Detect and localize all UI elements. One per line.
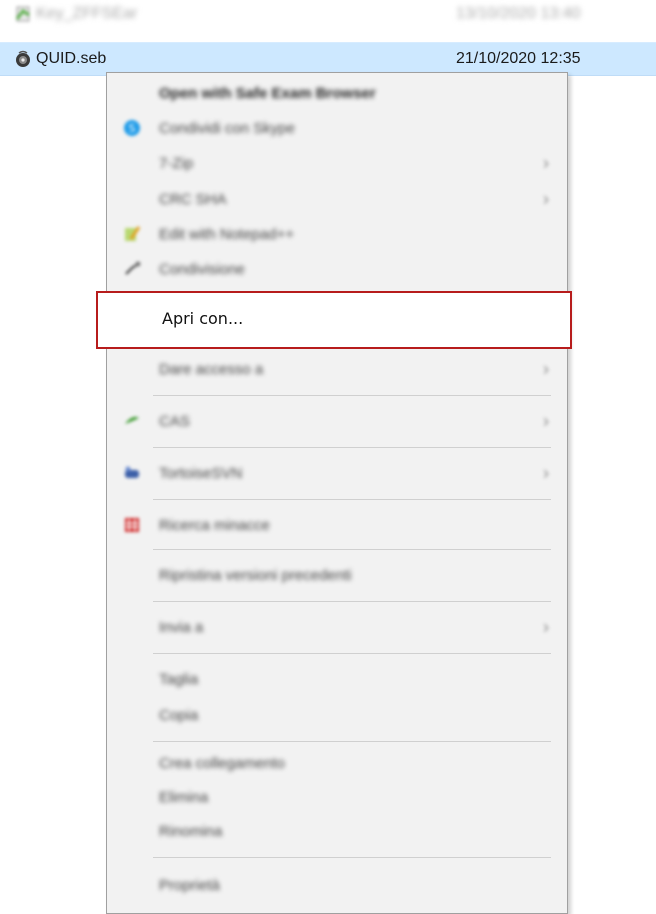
menu-item-label: Open with Safe Exam Browser xyxy=(159,84,376,102)
menu-item-restore-versions[interactable]: Ripristina versioni precedenti xyxy=(107,559,567,591)
menu-separator xyxy=(153,601,551,602)
menu-item-copy[interactable]: Copia xyxy=(107,699,567,731)
menu-item-label: 7-Zip xyxy=(159,154,194,172)
file-name: Key_ZFFSEar xyxy=(36,5,138,22)
menu-separator xyxy=(153,395,551,396)
menu-item-label: Ricerca minacce xyxy=(159,516,270,534)
document-icon xyxy=(15,6,30,22)
menu-item-label: Invia a xyxy=(159,618,204,636)
menu-item-notepad[interactable]: Edit with Notepad++ xyxy=(107,218,567,250)
menu-item-label: Elimina xyxy=(159,788,209,806)
submenu-arrow-icon: › xyxy=(543,463,549,483)
highlight-box: Apri con... xyxy=(96,291,572,349)
menu-item-label: TortoiseSVN xyxy=(159,464,243,482)
menu-item-tortoisesvn[interactable]: TortoiseSVN › xyxy=(107,457,567,489)
submenu-arrow-icon: › xyxy=(543,153,549,173)
file-row-previous[interactable]: Key_ZFFSEar 13/10/2020 13:40 xyxy=(0,0,656,28)
menu-item-label: Crea collegamento xyxy=(159,754,285,772)
submenu-arrow-icon: › xyxy=(543,359,549,379)
menu-separator xyxy=(153,447,551,448)
menu-item-label: Copia xyxy=(159,706,199,724)
menu-separator xyxy=(153,653,551,654)
menu-item-label: Apri con... xyxy=(162,309,244,328)
svg-text:S: S xyxy=(129,122,136,135)
context-menu: Open with Safe Exam Browser S Condividi … xyxy=(106,72,568,914)
menu-item-give-access[interactable]: Dare accesso a › xyxy=(107,353,567,385)
menu-separator xyxy=(153,857,551,858)
submenu-arrow-icon: › xyxy=(543,617,549,637)
menu-item-open-with[interactable]: Apri con... xyxy=(98,293,570,347)
menu-item-label: CRC SHA xyxy=(159,190,227,208)
file-date: 13/10/2020 13:40 xyxy=(456,5,581,22)
submenu-arrow-icon: › xyxy=(543,189,549,209)
seb-file-icon xyxy=(16,50,30,67)
menu-item-label: Edit with Notepad++ xyxy=(159,225,295,243)
file-date: 21/10/2020 12:35 xyxy=(456,50,581,67)
menu-item-cas[interactable]: CAS › xyxy=(107,405,567,437)
notepad-icon xyxy=(125,226,141,241)
share-icon xyxy=(125,261,141,275)
menu-separator xyxy=(153,499,551,500)
menu-item-label: Dare accesso a xyxy=(159,360,264,378)
tortoise-icon xyxy=(125,466,139,478)
menu-item-7zip[interactable]: 7-Zip › xyxy=(107,147,567,179)
menu-item-delete[interactable]: Elimina xyxy=(107,781,567,813)
file-name: QUID.seb xyxy=(36,50,107,67)
menu-item-label: Condividi con Skype xyxy=(159,119,295,137)
menu-item-label: Proprietà xyxy=(159,876,220,894)
menu-item-skype[interactable]: S Condividi con Skype xyxy=(107,112,567,144)
menu-item-send-to[interactable]: Invia a › xyxy=(107,611,567,643)
file-row-selected[interactable]: QUID.seb 21/10/2020 12:35 xyxy=(0,42,656,76)
menu-item-cut[interactable]: Taglia xyxy=(107,663,567,695)
menu-item-label: Ripristina versioni precedenti xyxy=(159,566,352,584)
menu-separator xyxy=(153,549,551,550)
shield-icon xyxy=(125,518,139,532)
menu-item-label: Taglia xyxy=(159,670,199,688)
menu-item-label: Rinomina xyxy=(159,822,223,840)
menu-item-crc-sha[interactable]: CRC SHA › xyxy=(107,183,567,215)
menu-item-open-with-seb[interactable]: Open with Safe Exam Browser xyxy=(107,77,567,109)
menu-item-label: Condivisione xyxy=(159,260,245,278)
menu-item-properties[interactable]: Proprietà xyxy=(107,869,567,901)
menu-item-label: CAS xyxy=(159,412,190,430)
cas-icon xyxy=(125,416,139,424)
menu-item-threat-scan[interactable]: Ricerca minacce xyxy=(107,509,567,541)
menu-item-share[interactable]: Condivisione xyxy=(107,253,567,285)
submenu-arrow-icon: › xyxy=(543,411,549,431)
menu-item-rename[interactable]: Rinomina xyxy=(107,815,567,847)
menu-separator xyxy=(153,741,551,742)
menu-item-create-shortcut[interactable]: Crea collegamento xyxy=(107,747,567,779)
skype-icon: S xyxy=(124,120,140,136)
